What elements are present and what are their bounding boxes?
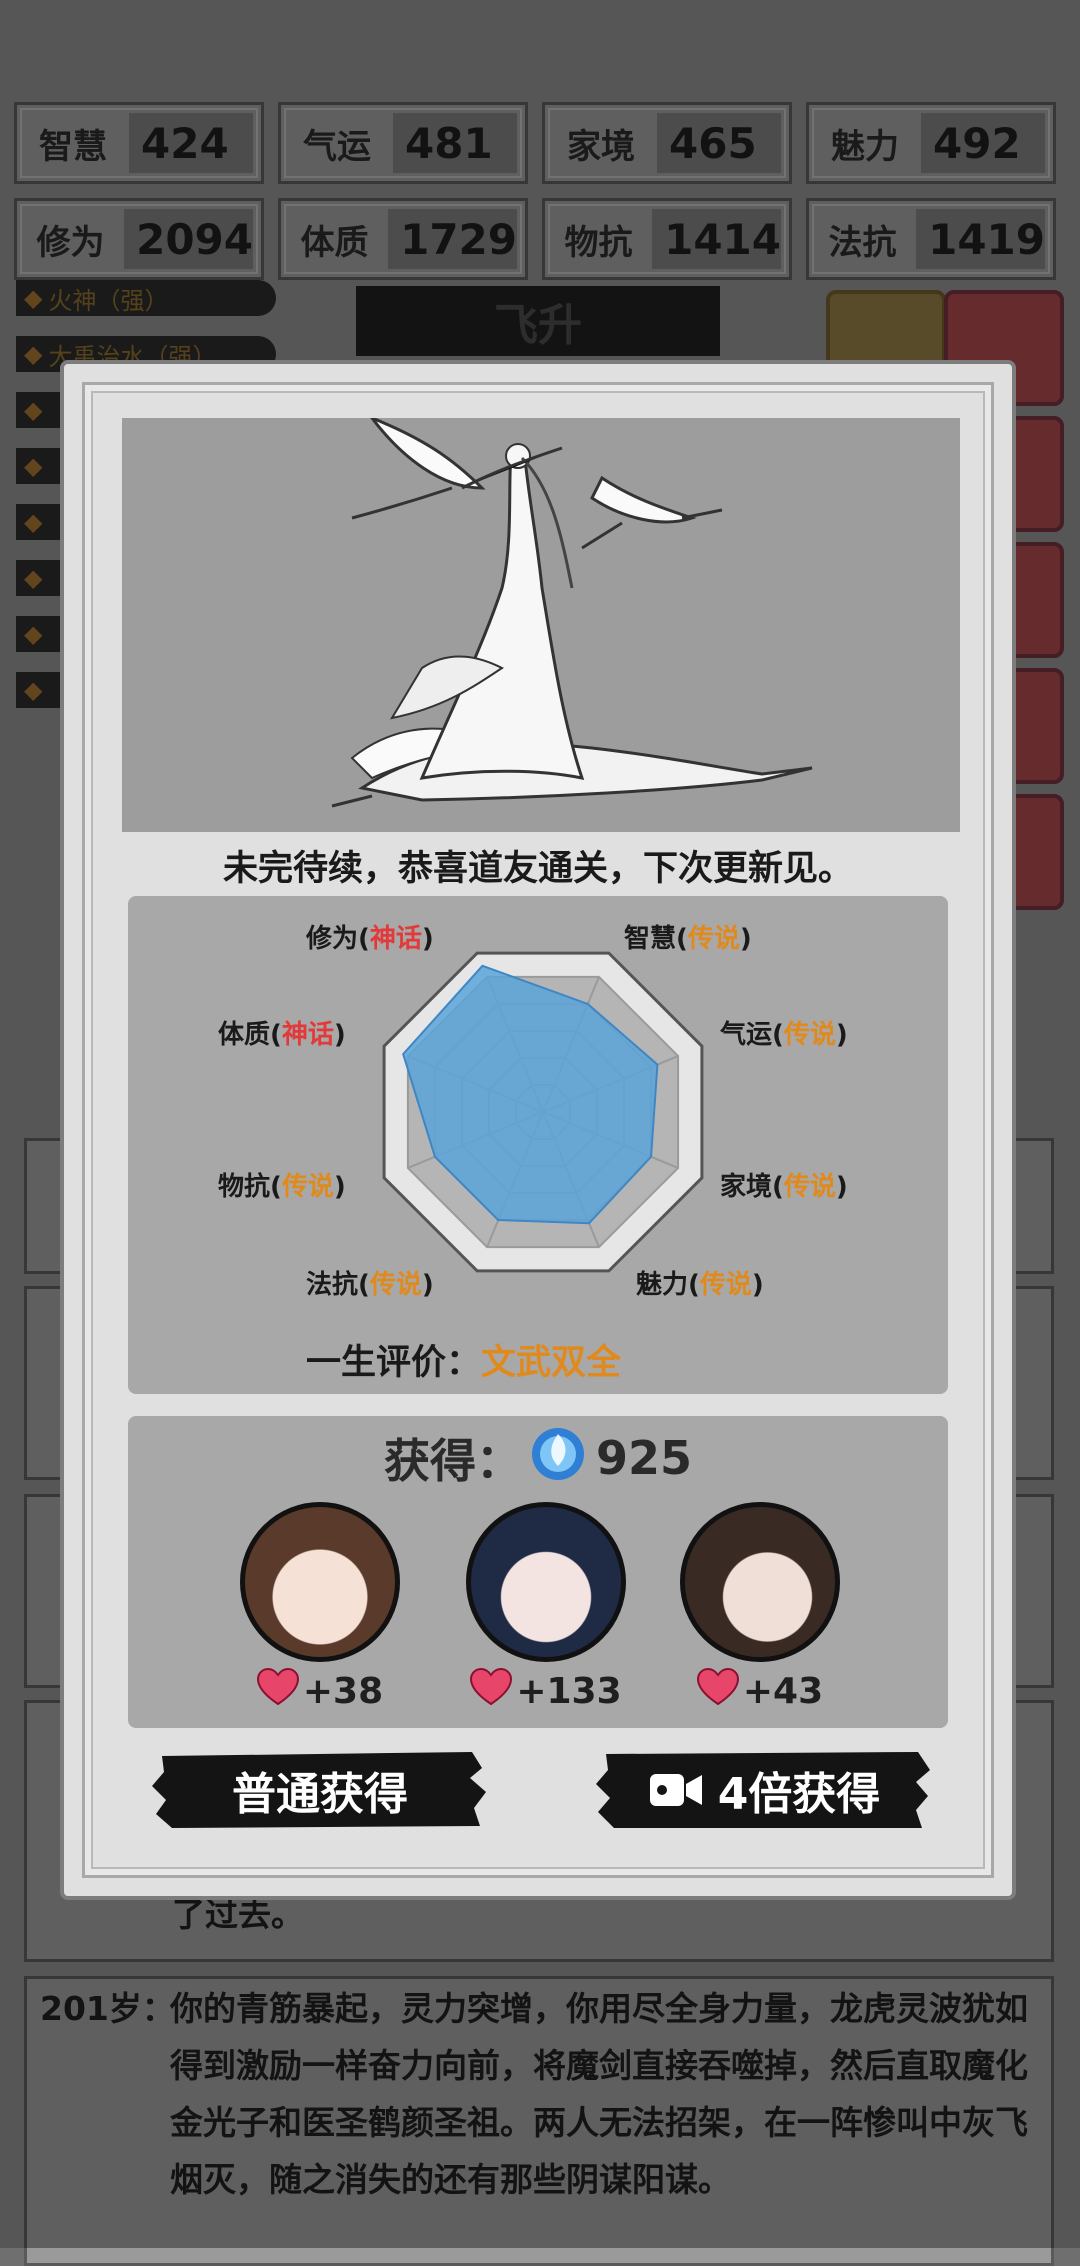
reward-amount: 925 xyxy=(596,1430,693,1485)
radar-attribute-name: 法抗 xyxy=(306,1270,359,1300)
radar-paren-open: ( xyxy=(358,1270,370,1300)
radar-attribute-name: 智慧 xyxy=(624,924,677,954)
spirit-flame-icon xyxy=(528,1422,588,1493)
radar-paren-open: ( xyxy=(676,924,688,954)
radar-attribute-name: 体质 xyxy=(218,1020,271,1050)
radar-rank: 传说 xyxy=(281,1172,334,1202)
radar-axis-label: 修为(神话) xyxy=(306,918,434,955)
video-camera-icon xyxy=(649,1774,702,1806)
radar-paren-close: ) xyxy=(421,924,434,954)
attribute-radar xyxy=(382,951,704,1273)
reward-label: 获得： xyxy=(384,1433,522,1488)
heart-icon xyxy=(470,1667,513,1715)
radar-axis-label: 法抗(传说) xyxy=(306,1264,434,1301)
normal-claim-label: 普通获得 xyxy=(232,1769,408,1820)
radar-attribute-name: 修为 xyxy=(306,924,359,954)
ad-claim-label: 4倍获得 xyxy=(717,1769,881,1820)
character-portrait xyxy=(240,1502,400,1662)
evaluation-value: 文武双全 xyxy=(481,1343,622,1383)
favor-value: +38 xyxy=(302,1671,384,1712)
radar-rank: 传说 xyxy=(783,1172,836,1202)
radar-rank: 传说 xyxy=(369,1270,422,1300)
radar-paren-close: ) xyxy=(421,1270,434,1300)
radar-paren-open: ( xyxy=(772,1172,784,1202)
favor-gain: +38 xyxy=(240,1667,400,1715)
favor-value: +43 xyxy=(742,1671,824,1712)
radar-paren-close: ) xyxy=(333,1172,346,1202)
radar-paren-close: ) xyxy=(835,1172,848,1202)
heart-icon xyxy=(696,1667,739,1715)
radar-rank: 神话 xyxy=(281,1020,334,1050)
radar-attribute-name: 家境 xyxy=(720,1172,773,1202)
character-portrait xyxy=(680,1502,840,1662)
radar-paren-open: ( xyxy=(270,1172,282,1202)
life-evaluation: 一生评价：文武双全 xyxy=(306,1334,621,1385)
favor-gain: +133 xyxy=(466,1667,626,1715)
radar-paren-close: ) xyxy=(751,1270,764,1300)
ad-claim-4x-button[interactable]: 4倍获得 xyxy=(596,1748,932,1832)
radar-axis-label: 物抗(传说) xyxy=(218,1166,346,1203)
radar-attribute-name: 物抗 xyxy=(218,1172,271,1202)
radar-axis-label: 气运(传说) xyxy=(720,1014,848,1051)
radar-paren-close: ) xyxy=(739,924,752,954)
heart-icon xyxy=(256,1667,299,1715)
reward-title: 获得： 925 xyxy=(384,1422,692,1493)
character-card: +133 xyxy=(466,1502,626,1715)
character-card: +43 xyxy=(680,1502,840,1715)
radar-paren-close: ) xyxy=(333,1020,346,1050)
radar-paren-open: ( xyxy=(358,924,370,954)
radar-axis-label: 魅力(传说) xyxy=(636,1264,764,1301)
radar-rank: 传说 xyxy=(783,1020,836,1050)
radar-attribute-name: 魅力 xyxy=(636,1270,689,1300)
radar-paren-close: ) xyxy=(835,1020,848,1050)
radar-paren-open: ( xyxy=(772,1020,784,1050)
evaluation-label: 一生评价： xyxy=(306,1343,482,1383)
favor-value: +133 xyxy=(516,1671,622,1712)
normal-claim-button[interactable]: 普通获得 xyxy=(152,1748,488,1832)
radar-rank: 传说 xyxy=(687,924,740,954)
radar-axis-label: 体质(神话) xyxy=(218,1014,346,1051)
radar-rank: 神话 xyxy=(369,924,422,954)
radar-rank: 传说 xyxy=(699,1270,752,1300)
character-portrait xyxy=(466,1502,626,1662)
radar-axis-label: 智慧(传说) xyxy=(624,918,752,955)
character-card: +38 xyxy=(240,1502,400,1715)
radar-attribute-name: 气运 xyxy=(720,1020,773,1050)
radar-paren-open: ( xyxy=(270,1020,282,1050)
radar-paren-open: ( xyxy=(688,1270,700,1300)
favor-gain: +43 xyxy=(680,1667,840,1715)
radar-axis-label: 家境(传说) xyxy=(720,1166,848,1203)
